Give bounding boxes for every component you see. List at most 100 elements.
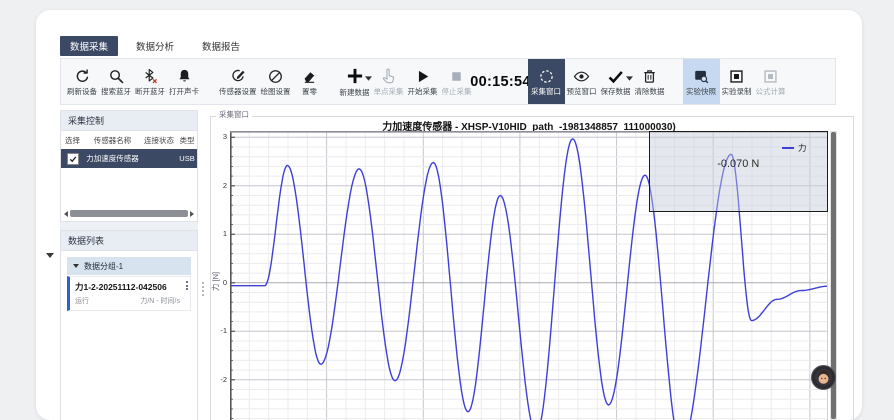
toolbar-button-save-data[interactable]: 保存数据 <box>599 59 633 104</box>
app-window: 数据采集数据分析数据报告 刷新设备搜索蓝牙断开蓝牙打开声卡 传感器设置绘图设置 置零… <box>36 10 862 420</box>
toolbar-button-label: 采集窗口 <box>531 88 561 96</box>
scroll-right-arrow-icon[interactable] <box>190 211 194 217</box>
left-sidebar: 采集控制 选择传感器名称连接状态类型力加速度传感器 USB 数据列表 数据分组-1 <box>60 110 198 420</box>
person-avatar-icon <box>814 368 833 387</box>
panel-splitter[interactable] <box>198 110 208 420</box>
toolbar-button-label: 绘图设置 <box>261 88 291 96</box>
y-tick-label: -2 <box>210 376 227 384</box>
item-menu-icon[interactable] <box>185 281 188 290</box>
panel-collapse-arrow-icon[interactable] <box>46 253 54 258</box>
sensor-table: 选择传感器名称连接状态类型力加速度传感器 USB <box>61 131 197 168</box>
toolbar-button-sensor-settings[interactable]: 传感器设置 <box>217 59 259 104</box>
eye-icon <box>573 68 590 85</box>
collect-control-title: 采集控制 <box>68 114 104 127</box>
toolbar-button-experiment-record[interactable]: 实验录制 <box>720 59 754 104</box>
scrollbar-thumb[interactable] <box>70 210 188 217</box>
data-list-panel: 数据列表 数据分组-1 力1-2-20251112-042506 运行 力/N … <box>60 230 198 420</box>
y-tick-label: -1 <box>210 327 227 335</box>
y-tick-label: 3 <box>210 133 227 141</box>
check-icon <box>607 68 624 85</box>
collect-control-panel: 采集控制 选择传感器名称连接状态类型力加速度传感器 USB <box>60 110 198 222</box>
toolbar-button-label: 清除数据 <box>635 88 665 96</box>
toolbar-button-collect-window[interactable]: 采集窗口 <box>528 59 565 104</box>
data-item-status: 运行 <box>75 296 89 306</box>
horizontal-scrollbar[interactable] <box>64 209 194 218</box>
data-list-item[interactable]: 力1-2-20251112-042506 运行 力/N - 时间/s <box>67 276 191 311</box>
toolbar-button-clear-data[interactable]: 清除数据 <box>633 59 667 104</box>
dashed-circle-icon <box>538 68 555 85</box>
chart-legend: 力 <box>782 142 807 154</box>
dropdown-caret-icon[interactable] <box>626 76 633 81</box>
data-list-header: 数据列表 <box>61 231 197 251</box>
toolbar-button-label: 打开声卡 <box>169 88 199 96</box>
sensor-name: 力加速度传感器 <box>84 153 141 164</box>
toolbar-button-label: 保存数据 <box>601 88 631 96</box>
toolbar-button-label: 停止采集 <box>442 88 472 96</box>
data-group-header[interactable]: 数据分组-1 <box>67 257 191 275</box>
trash-icon <box>641 68 658 85</box>
column-header: 连接状态 <box>141 135 177 146</box>
refresh-icon <box>74 68 91 85</box>
toolbar-button-label: 刷新设备 <box>67 88 97 96</box>
data-item-axes: 力/N - 时间/s <box>140 296 180 306</box>
legend-line-icon <box>782 147 794 149</box>
toolbar-button-stop-collect[interactable]: 停止采集 <box>440 59 474 104</box>
eraser-icon <box>301 68 318 85</box>
point-icon <box>380 68 397 85</box>
stop-icon <box>448 68 465 85</box>
toolbar-button-label: 单点采集 <box>374 88 404 96</box>
tab-bar: 数据采集数据分析数据报告 <box>60 36 250 56</box>
row-checkbox[interactable] <box>67 153 79 165</box>
tab-data-collect[interactable]: 数据采集 <box>60 36 118 56</box>
toolbar-button-experiment-snapshot[interactable]: 实验快照 <box>683 59 720 104</box>
scroll-left-arrow-icon[interactable] <box>64 211 68 217</box>
toolbar-button-open-soundcard[interactable]: 打开声卡 <box>167 59 201 104</box>
plot-icon <box>267 68 284 85</box>
toolbar-button-plot-settings[interactable]: 绘图设置 <box>259 59 293 104</box>
y-tick-label: 1 <box>210 230 227 238</box>
bluetooth-off-icon <box>142 68 159 85</box>
toolbar-button-label: 新建数据 <box>340 89 370 97</box>
search-icon <box>108 68 125 85</box>
assistant-avatar-button[interactable] <box>811 365 836 390</box>
data-item-title: 力1-2-20251112-042506 <box>75 281 180 293</box>
toolbar-button-zero-set[interactable]: 置零 <box>293 59 327 104</box>
tab-data-report[interactable]: 数据报告 <box>192 36 250 56</box>
toolbar-button-label: 搜索蓝牙 <box>101 88 131 96</box>
data-list-body: 数据分组-1 力1-2-20251112-042506 运行 力/N - 时间/… <box>61 251 197 317</box>
data-list-title: 数据列表 <box>68 234 104 247</box>
toolbar-button-formula-calc[interactable]: 公式计算 <box>754 59 788 104</box>
chevron-down-icon <box>73 264 79 268</box>
record-icon <box>728 68 745 85</box>
collect-control-header: 采集控制 <box>61 111 197 131</box>
legend-series-label: 力 <box>798 142 807 154</box>
toolbar-button-label: 置零 <box>302 88 317 96</box>
formula-icon <box>762 68 779 85</box>
toolbar: 刷新设备搜索蓝牙断开蓝牙打开声卡 传感器设置绘图设置 置零 新建数据单点采集开始采集停… <box>60 58 836 105</box>
sensor-table-header: 选择传感器名称连接状态类型 <box>61 131 197 149</box>
toolbar-button-search-bluetooth[interactable]: 搜索蓝牙 <box>99 59 133 104</box>
page-background: 数据采集数据分析数据报告 刷新设备搜索蓝牙断开蓝牙打开声卡 传感器设置绘图设置 置零… <box>0 0 894 420</box>
toolbar-button-label: 公式计算 <box>756 88 786 96</box>
toolbar-button-refresh-device[interactable]: 刷新设备 <box>65 59 99 104</box>
toolbar-button-start-collect[interactable]: 开始采集 <box>406 59 440 104</box>
toolbar-button-label: 实验录制 <box>722 88 752 96</box>
bell-icon <box>176 68 193 85</box>
dropdown-caret-icon[interactable] <box>365 76 372 81</box>
toolbar-button-label: 实验快照 <box>686 88 716 96</box>
measurement-value: -0.070 N <box>650 158 827 170</box>
sensor-type: USB <box>177 154 197 163</box>
splitter-grip-icon <box>202 282 204 296</box>
column-header: 选择 <box>61 135 84 146</box>
tab-data-analysis[interactable]: 数据分析 <box>126 36 184 56</box>
toolbar-button-single-point-collect[interactable]: 单点采集 <box>372 59 406 104</box>
column-header: 类型 <box>177 135 197 146</box>
toolbar-button-new-data[interactable]: 新建数据 <box>338 59 372 104</box>
data-group-label: 数据分组-1 <box>84 261 123 272</box>
column-header: 传感器名称 <box>84 135 141 146</box>
table-row[interactable]: 力加速度传感器 USB <box>61 149 197 168</box>
y-axis-label: 力 [N] <box>210 272 221 291</box>
toolbar-button-preview-window[interactable]: 预览窗口 <box>565 59 599 104</box>
toolbar-button-disconnect-bluetooth[interactable]: 断开蓝牙 <box>133 59 167 104</box>
toolbar-button-label: 传感器设置 <box>219 88 257 96</box>
